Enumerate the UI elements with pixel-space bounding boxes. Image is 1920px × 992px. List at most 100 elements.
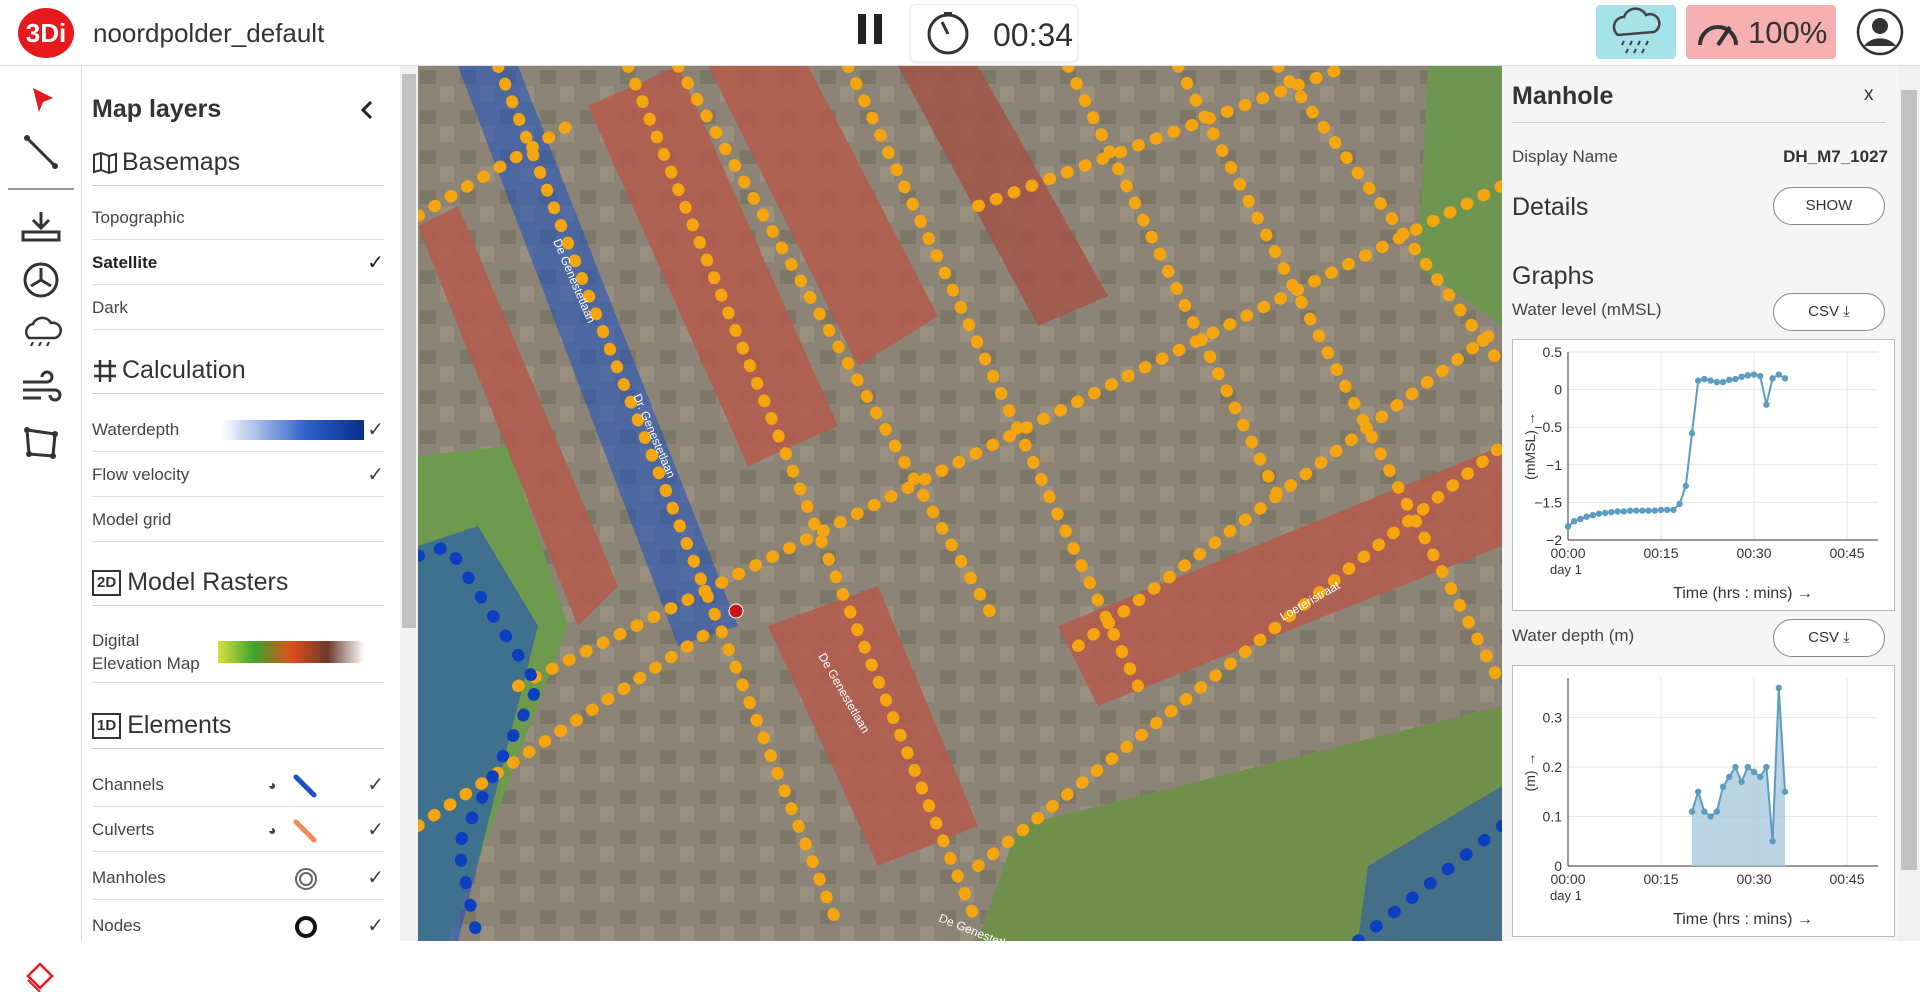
water-depth-csv-button[interactable]: CSV ⤓: [1773, 619, 1885, 657]
data-point: [1589, 511, 1596, 519]
data-point: [1651, 507, 1658, 514]
data-point: [1639, 507, 1646, 514]
y-tick-label: 0.2: [1543, 759, 1563, 775]
data-point: [1769, 375, 1776, 382]
layer-nodes[interactable]: Nodes ✓: [92, 904, 384, 948]
speed-text: 100%: [1748, 15, 1828, 50]
x-tick-label: 00:45: [1829, 545, 1864, 561]
data-point: [1682, 482, 1689, 490]
data-point: [1688, 808, 1696, 815]
pointer-icon[interactable]: [17, 76, 65, 124]
timer-text: 00:34: [993, 17, 1074, 53]
layer-model-grid[interactable]: Model grid: [92, 498, 384, 542]
layers-panel: Map layers Basemaps Topographic Satellit…: [82, 66, 418, 941]
y-tick-label: 0: [1554, 382, 1562, 398]
data-point: [1763, 401, 1770, 408]
y-tick-label: 0.5: [1543, 344, 1563, 360]
layers-scrollbar-thumb[interactable]: [402, 74, 416, 628]
chevron-left-icon[interactable]: [359, 98, 375, 122]
rain-tool-icon[interactable]: [17, 310, 65, 358]
selected-manhole-marker[interactable]: [728, 603, 744, 619]
details-label: Details: [1512, 193, 1589, 221]
user-icon[interactable]: [1856, 8, 1904, 56]
manhole-symbol-icon: [295, 868, 317, 890]
y-tick-label: 0.3: [1543, 710, 1563, 726]
data-point: [1602, 509, 1609, 517]
close-icon[interactable]: x: [1864, 84, 1874, 106]
map-view[interactable]: De Genestetlaan Dr. Genestetlaan De Gene…: [418, 66, 1502, 941]
wind-icon[interactable]: [17, 364, 65, 412]
rain-button[interactable]: [1596, 5, 1676, 59]
data-point: [1670, 506, 1677, 514]
basemap-satellite[interactable]: Satellite ✓: [92, 241, 384, 285]
show-details-button[interactable]: SHOW: [1773, 187, 1885, 225]
timer-box[interactable]: 00:34: [910, 4, 1078, 62]
layer-dem[interactable]: Digital Elevation Map: [92, 621, 384, 683]
data-point: [1707, 377, 1714, 384]
data-point: [1763, 763, 1770, 771]
data-point: [1757, 372, 1764, 380]
water-depth-label: Water depth (m): [1512, 626, 1635, 645]
data-point: [1775, 684, 1782, 692]
channel-symbol-icon: [293, 774, 317, 798]
map-canvas[interactable]: De Genestetlaan Dr. Genestetlaan De Gene…: [418, 66, 1502, 941]
data-point: [1695, 377, 1702, 384]
data-point: [1732, 763, 1739, 771]
speed-button[interactable]: 100%: [1686, 5, 1836, 59]
model-rasters-header: 2D Model Rasters: [92, 568, 384, 606]
data-point: [1564, 523, 1572, 530]
data-point: [1583, 513, 1590, 520]
layer-channels[interactable]: Channels ◕ ✓: [92, 763, 384, 807]
x-tick-label: 00:15: [1643, 545, 1678, 561]
elements-header: 1D Elements: [92, 711, 384, 749]
x-tick-label: 00:45: [1829, 871, 1864, 887]
layer-manholes[interactable]: Manholes ✓: [92, 856, 384, 900]
timer-icon: [927, 12, 969, 55]
x-axis-label: Time (hrs : mins) →: [1673, 911, 1813, 928]
graphs-label: Graphs: [1512, 262, 1594, 290]
data-point: [1571, 518, 1578, 525]
layer-flow-velocity[interactable]: Flow velocity ✓: [92, 453, 384, 497]
data-point: [1577, 515, 1584, 523]
logo[interactable]: 3Di: [18, 8, 74, 58]
panel-title: Manhole: [1512, 82, 1614, 110]
pump-icon[interactable]: [17, 256, 65, 304]
x-sub-label: day 1: [1550, 562, 1582, 577]
x-sub-label: day 1: [1550, 888, 1582, 903]
water-level-csv-button[interactable]: CSV ⤓: [1773, 293, 1885, 331]
layer-culverts[interactable]: Culverts ◕ ✓: [92, 808, 384, 852]
data-point: [1645, 507, 1652, 514]
data-point: [1701, 808, 1708, 815]
grid-icon: [94, 360, 116, 383]
data-point: [1781, 375, 1789, 382]
data-point: [1701, 375, 1708, 383]
y-tick-label: 0.1: [1543, 809, 1563, 825]
data-point: [1744, 372, 1751, 379]
data-point: [1633, 507, 1640, 514]
data-point: [1719, 378, 1727, 386]
x-tick-label: 00:15: [1643, 871, 1678, 887]
data-point: [1657, 506, 1665, 514]
water-depth-chart[interactable]: 00:00 00:15 00:30 00:45 day 1 0.3 0.2 0.1 0 (m) →…: [1512, 665, 1895, 937]
data-point: [1769, 838, 1776, 845]
panel-scrollbar-thumb[interactable]: [1901, 90, 1917, 870]
polygon-icon[interactable]: [17, 418, 65, 466]
line-tool-icon[interactable]: [17, 128, 65, 176]
palette-icon[interactable]: ◕: [268, 808, 276, 852]
layer-waterdepth[interactable]: Waterdepth ✓: [92, 408, 384, 452]
water-level-chart[interactable]: 00:00 00:15 00:30 00:45 day 1 0.5 0 −0.5 −1 −1.5−…: [1512, 339, 1895, 611]
x-tick-label: 00:30: [1736, 545, 1771, 561]
data-point: [1688, 430, 1696, 437]
palette-icon[interactable]: ◕: [268, 763, 276, 807]
pause-icon[interactable]: [855, 14, 885, 44]
data-point: [1713, 808, 1720, 815]
flood-source-icon[interactable]: [17, 202, 65, 250]
x-axis-label: Time (hrs : mins) →: [1673, 585, 1813, 602]
layers-icon[interactable]: [24, 960, 56, 992]
x-tick-label: 00:30: [1736, 871, 1771, 887]
basemap-dark[interactable]: Dark: [92, 286, 384, 330]
data-point: [1614, 508, 1621, 515]
display-name-label: Display Name: [1512, 147, 1618, 166]
basemap-topographic[interactable]: Topographic: [92, 196, 384, 240]
data-point: [1750, 768, 1758, 776]
